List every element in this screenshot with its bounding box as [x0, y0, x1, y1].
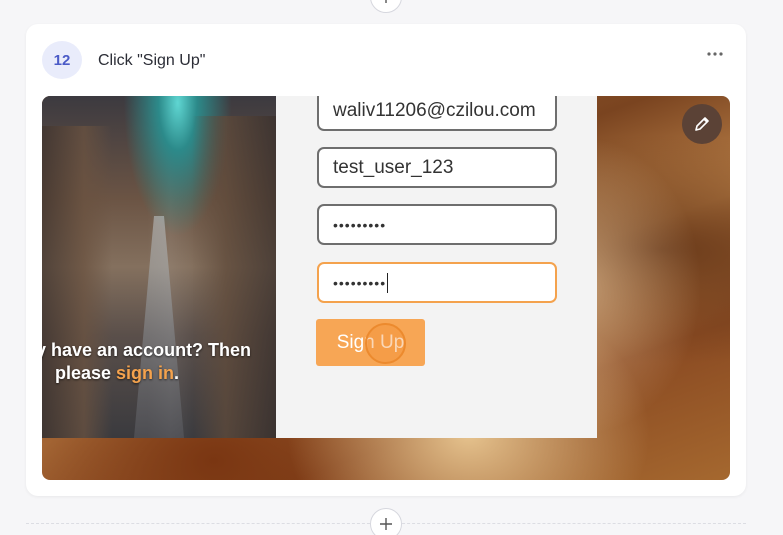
city-buildings-left: [42, 126, 112, 438]
signin-prompt-line2: please sign in.: [55, 362, 276, 385]
text-caret: [387, 272, 389, 293]
signin-link[interactable]: sign in: [116, 363, 174, 383]
signin-prompt: y have an account? Then please sign in.: [42, 339, 276, 385]
pencil-icon: [695, 117, 709, 131]
signin-prompt-please: please: [55, 363, 117, 383]
confirm-password-field[interactable]: •••••••••: [317, 262, 557, 303]
city-road: [134, 216, 184, 438]
more-horizontal-icon: [707, 52, 723, 56]
step-title: Click "Sign Up": [98, 52, 206, 69]
step-screenshot: y have an account? Then please sign in. …: [42, 96, 730, 480]
signin-prompt-end: .: [174, 363, 180, 383]
email-field[interactable]: waliv11206@czilou.com: [317, 96, 557, 131]
add-step-button[interactable]: [370, 508, 402, 535]
step-card: 12 Click "Sign Up" y have an account? Th…: [26, 24, 746, 496]
signup-form: waliv11206@czilou.com test_user_123 ••••…: [276, 96, 597, 438]
password-field[interactable]: •••••••••: [317, 204, 557, 245]
plus-icon: [385, 0, 387, 3]
plus-icon: [380, 518, 392, 530]
city-buildings-right: [192, 116, 276, 438]
add-step-button-top[interactable]: [370, 0, 402, 13]
click-indicator: [365, 323, 406, 364]
city-background-image: y have an account? Then please sign in.: [42, 96, 276, 438]
edit-screenshot-button[interactable]: [682, 104, 722, 144]
more-options-button[interactable]: [704, 44, 726, 64]
step-number-badge: 12: [42, 41, 82, 79]
confirm-password-value: •••••••••: [333, 274, 387, 291]
username-field[interactable]: test_user_123: [317, 147, 557, 188]
signin-prompt-line1: y have an account? Then: [42, 340, 252, 360]
